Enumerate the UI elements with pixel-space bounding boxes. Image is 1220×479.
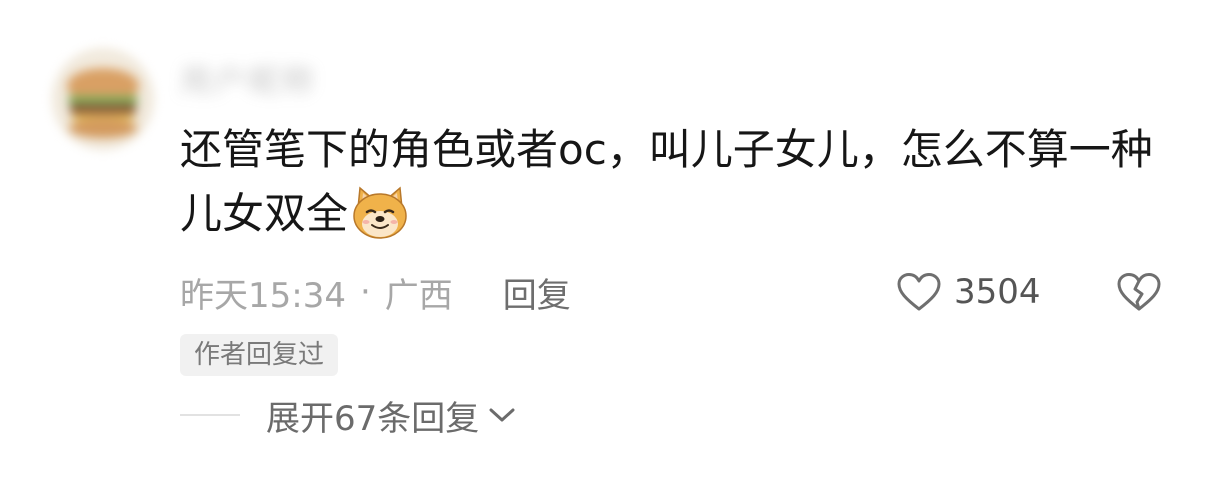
- author-replied-badge: 作者回复过: [180, 334, 339, 376]
- comment-body: 还管笔下的角色或者oc，叫儿子女儿，怎么不算一种儿女双全: [180, 125, 1153, 238]
- meta-separator: ·: [359, 272, 371, 312]
- username[interactable]: 用户昵称: [180, 56, 316, 102]
- expand-replies-label: 展开67条回复: [266, 398, 480, 439]
- dislike-button[interactable]: [1114, 268, 1164, 316]
- comment-text: 还管笔下的角色或者oc，叫儿子女儿，怎么不算一种儿女双全: [180, 118, 1170, 258]
- expand-replies-row: 展开67条回复: [180, 391, 517, 440]
- doge-icon: [350, 186, 410, 258]
- avatar[interactable]: [52, 48, 154, 150]
- like-count: 3504: [954, 272, 1041, 312]
- burger-avatar-image: [67, 68, 139, 138]
- comment-item: 用户昵称 还管笔下的角色或者oc，叫儿子女儿，怎么不算一种儿女双全 昨天15:3…: [0, 0, 1220, 479]
- heart-icon: [897, 273, 941, 311]
- location: 广西: [384, 275, 453, 316]
- reply-button[interactable]: 回复: [503, 268, 571, 317]
- chevron-down-icon: [489, 408, 515, 422]
- like-button[interactable]: 3504: [896, 268, 1041, 316]
- expand-replies-button[interactable]: 展开67条回复: [266, 391, 517, 440]
- timestamp: 昨天15:34: [180, 275, 346, 316]
- broken-heart-icon: [1117, 273, 1161, 311]
- comment-meta: 昨天15:34 · 广西 回复: [180, 268, 571, 316]
- divider-line: [180, 414, 240, 416]
